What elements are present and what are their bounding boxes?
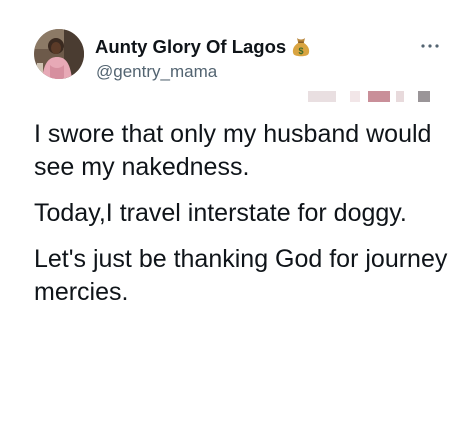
display-name-text: Aunty Glory Of Lagos [95, 36, 287, 57]
svg-text:$: $ [299, 46, 304, 56]
tweet-paragraph: Today,I travel interstate for doggy. [34, 199, 407, 227]
redaction-blur [396, 91, 404, 102]
tweet-paragraph: Let's just be thanking God for journey m… [34, 245, 448, 306]
tweet-paragraph: I swore that only my husband would see m… [34, 120, 432, 181]
redaction-blur [368, 91, 390, 102]
redaction-blur [350, 91, 360, 102]
handle[interactable]: @gentry_mama [96, 62, 217, 82]
avatar-image [34, 29, 84, 79]
more-options-icon[interactable] [420, 37, 440, 48]
avatar[interactable] [34, 29, 84, 79]
money-bag-icon: $ [291, 36, 311, 58]
tweet-body: I swore that only my husband would see m… [34, 118, 454, 322]
tweet-card: Aunty Glory Of Lagos $ @gentry_mama I sw… [0, 0, 466, 427]
redaction-blur [308, 91, 336, 102]
display-name[interactable]: Aunty Glory Of Lagos $ [95, 36, 311, 58]
redaction-blur [418, 91, 430, 102]
